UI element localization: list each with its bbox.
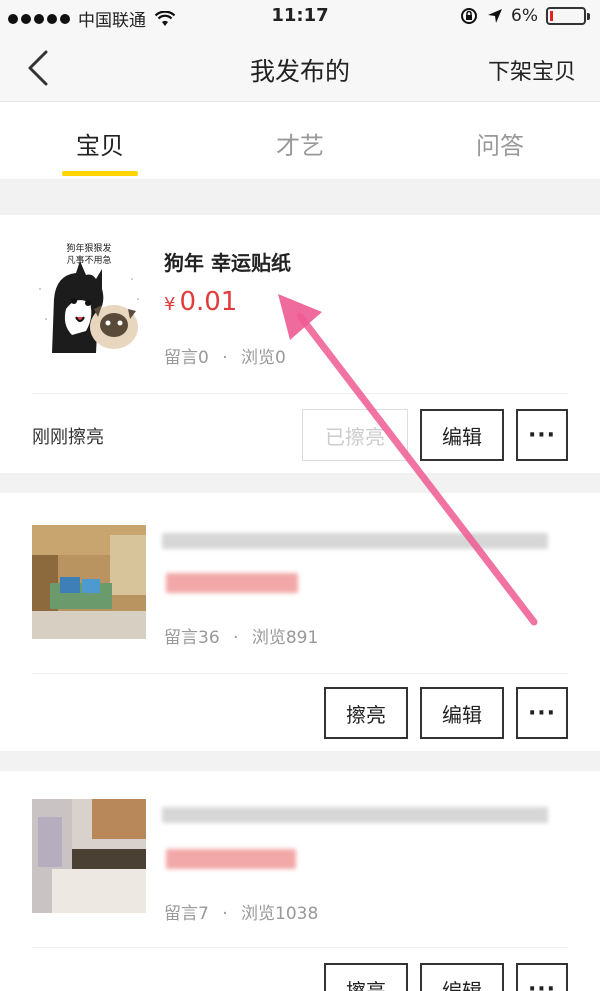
sticker-text-2: 凡事不用急 xyxy=(66,254,111,266)
nav-bar: 我发布的 下架宝贝 xyxy=(0,34,600,102)
listing-card[interactable]: 留言7 · 浏览1038 擦亮 编辑 ··· xyxy=(0,771,600,991)
view-count: 浏览0 xyxy=(241,348,286,368)
more-options-button[interactable]: ··· xyxy=(516,409,568,461)
listing-price: ¥0.01 xyxy=(164,287,237,317)
status-bar: 中国联通 11:17 6% xyxy=(0,0,600,34)
polished-button[interactable]: 已擦亮 xyxy=(302,409,408,461)
edit-button[interactable]: 编辑 xyxy=(420,687,504,739)
rotation-lock-icon xyxy=(461,8,478,24)
listing-thumbnail[interactable]: 狗年狠狠发 凡事不用急 xyxy=(32,239,146,353)
status-right: 6% xyxy=(459,6,590,26)
more-options-button[interactable]: ··· xyxy=(516,963,568,991)
blurred-price xyxy=(166,849,296,869)
unlist-items-button[interactable]: 下架宝贝 xyxy=(488,54,576,86)
listing-card[interactable]: 狗年狠狠发 凡事不用急 狗年 幸运贴纸 ¥0.01 留言0 · 浏览0 刚刚擦亮… xyxy=(0,215,600,473)
currency-symbol: ¥ xyxy=(164,294,176,315)
location-icon xyxy=(488,9,503,23)
active-tab-indicator xyxy=(62,171,138,176)
blurred-price xyxy=(166,573,298,593)
edit-button[interactable]: 编辑 xyxy=(420,963,504,991)
tab-items[interactable]: 宝贝 xyxy=(0,126,200,161)
listing-thumbnail[interactable] xyxy=(32,799,146,913)
polish-button[interactable]: 擦亮 xyxy=(324,963,408,991)
comment-count: 留言36 xyxy=(164,628,220,648)
polish-button[interactable]: 擦亮 xyxy=(324,687,408,739)
edit-button[interactable]: 编辑 xyxy=(420,409,504,461)
separator-dot: · xyxy=(233,628,239,648)
card-divider xyxy=(32,673,568,674)
battery-percent: 6% xyxy=(511,6,538,26)
blurred-title xyxy=(162,807,548,823)
dog-sticker-image: 狗年狠狠发 凡事不用急 xyxy=(39,242,139,353)
view-count: 浏览1038 xyxy=(241,904,319,924)
listing-stats: 留言36 · 浏览891 xyxy=(164,623,318,648)
more-options-button[interactable]: ··· xyxy=(516,687,568,739)
comment-count: 留言7 xyxy=(164,904,209,924)
room-photo-blurred xyxy=(32,525,146,639)
listing-title[interactable]: 狗年 幸运贴纸 xyxy=(164,247,291,276)
tab-qa[interactable]: 问答 xyxy=(400,126,600,161)
price-value: 0.01 xyxy=(179,287,238,317)
listing-card[interactable]: 留言36 · 浏览891 擦亮 编辑 ··· xyxy=(0,493,600,751)
card-divider xyxy=(32,947,568,948)
battery-icon xyxy=(546,7,590,25)
polish-status: 刚刚擦亮 xyxy=(32,427,104,448)
view-count: 浏览891 xyxy=(251,628,319,648)
comment-count: 留言0 xyxy=(164,348,209,368)
tab-talent[interactable]: 才艺 xyxy=(200,126,400,161)
sticker-text-1: 狗年狠狠发 xyxy=(66,242,111,254)
listing-thumbnail[interactable] xyxy=(32,525,146,639)
room-photo-blurred xyxy=(32,799,146,913)
card-divider xyxy=(32,393,568,394)
listing-stats: 留言7 · 浏览1038 xyxy=(164,899,318,924)
separator-dot: · xyxy=(222,904,228,924)
blurred-title xyxy=(162,533,548,549)
tab-bar: 宝贝 才艺 问答 xyxy=(0,102,600,180)
separator-dot: · xyxy=(222,348,228,368)
listing-stats: 留言0 · 浏览0 xyxy=(164,343,286,368)
